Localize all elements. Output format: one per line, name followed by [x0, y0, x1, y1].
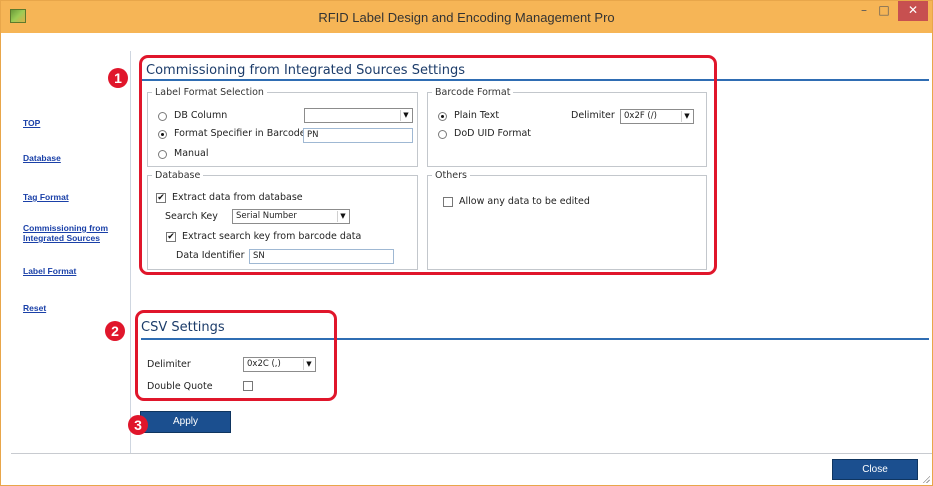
highlight-box-commissioning [139, 55, 717, 275]
sidebar-divider [130, 51, 131, 454]
resize-grip-icon[interactable] [922, 475, 930, 483]
sidebar-item-commissioning[interactable]: Commissioning from Integrated Sources [23, 223, 108, 243]
close-button[interactable]: Close [832, 459, 918, 480]
title-bar[interactable]: RFID Label Design and Encoding Managemen… [1, 1, 932, 33]
minimize-button[interactable]: – [855, 1, 873, 21]
sidebar-item-reset[interactable]: Reset [23, 303, 46, 313]
sidebar-item-top[interactable]: TOP [23, 118, 40, 128]
sidebar-item-tag-format[interactable]: Tag Format [23, 192, 69, 202]
footer-divider [11, 453, 932, 454]
app-window: RFID Label Design and Encoding Managemen… [0, 0, 933, 486]
annotation-badge-2: 2 [105, 321, 125, 341]
apply-button[interactable]: Apply [140, 411, 231, 433]
annotation-badge-3: 3 [128, 415, 148, 435]
sidebar-item-label-format[interactable]: Label Format [23, 266, 76, 276]
highlight-box-csv [135, 310, 337, 401]
annotation-badge-1: 1 [108, 68, 128, 88]
maximize-button[interactable]: □ [875, 1, 893, 21]
close-window-button[interactable]: ✕ [898, 1, 928, 21]
sidebar-item-database[interactable]: Database [23, 153, 61, 163]
window-title: RFID Label Design and Encoding Managemen… [318, 10, 615, 25]
